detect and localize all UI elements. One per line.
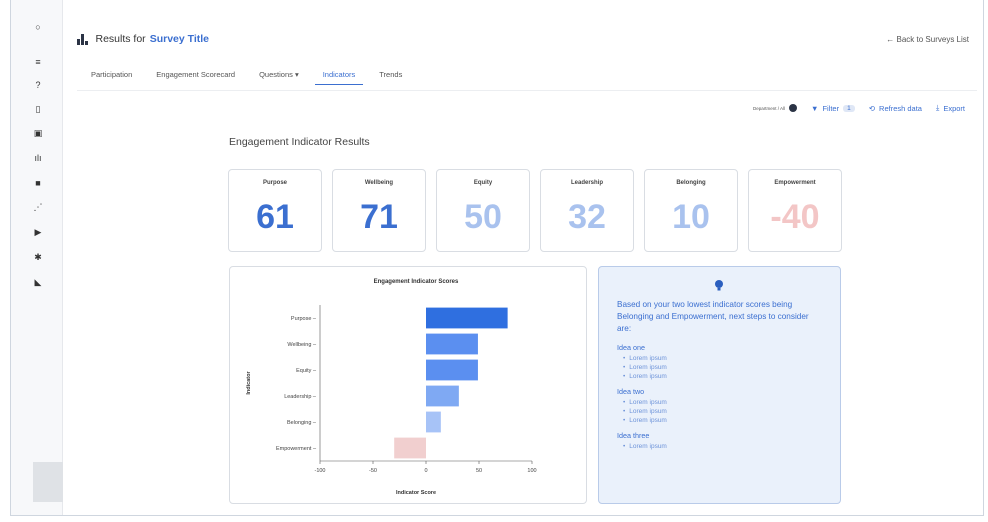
survey-title[interactable]: Survey Title — [150, 33, 209, 45]
gear-icon — [789, 104, 797, 112]
sidebar: ○ ≡ ? ▯ ▣ ılı ■ ⋰ ▶ ✱ ◣ — [11, 0, 63, 515]
bar-leadership — [426, 385, 459, 407]
bookmark-icon[interactable]: ▶ — [33, 227, 43, 237]
clipboard-icon[interactable]: ▣ — [33, 128, 43, 138]
x-tick-label: 0 — [424, 468, 427, 474]
download-icon: ⤓ — [935, 103, 940, 112]
card-value: 50 — [464, 198, 502, 236]
card-value: 10 — [672, 198, 710, 236]
filter-count-badge: 1 — [843, 104, 855, 112]
filter-button[interactable]: ▼ Filter 1 — [811, 104, 855, 113]
card-empowerment: Empowerment -40 — [748, 169, 842, 252]
tab-questions[interactable]: Questions ▾ — [247, 70, 311, 85]
y-axis-label: Indicator — [246, 371, 252, 395]
bar-purpose — [426, 307, 508, 329]
idea-item: Lorem ipsum — [617, 398, 822, 407]
idea-item: Lorem ipsum — [617, 372, 822, 381]
y-tick-label: Empowerment – — [276, 446, 317, 452]
recommendations-intro: Based on your two lowest indicator score… — [617, 300, 809, 333]
chart-panel: Engagement Indicator Scores Purpose – Well… — [229, 266, 587, 504]
indicator-bar-chart: Engagement Indicator Scores Purpose – Well… — [246, 279, 537, 496]
x-tick-label: 50 — [476, 468, 482, 474]
lightbulb-icon — [715, 280, 723, 291]
export-label: Export — [943, 103, 965, 113]
x-axis-label: Indicator Score — [396, 490, 436, 496]
card-name: Purpose — [262, 180, 287, 186]
y-tick-label: Belonging – — [287, 420, 317, 426]
y-tick-label: Wellbeing – — [287, 342, 317, 348]
department-label: Department / All — [752, 105, 785, 111]
indicator-cards: Purpose 61 Wellbeing 71 Equity 50 Leader… — [228, 169, 842, 252]
bar-wellbeing — [426, 333, 478, 355]
chart-icon[interactable]: ılı — [33, 153, 43, 163]
tab-bar: Participation Engagement Scorecard Quest… — [79, 70, 414, 85]
y-tick-label: Leadership – — [284, 394, 317, 400]
bar-chart-icon — [77, 33, 88, 45]
x-tick-label: -50 — [369, 468, 377, 474]
card-leadership: Leadership 32 — [540, 169, 634, 252]
page-title: Results for Survey Title — [77, 33, 209, 45]
card-name: Belonging — [676, 180, 706, 186]
chart-title: Engagement Indicator Scores — [374, 279, 459, 285]
toolbar: Department / All ▼ Filter 1 ⟲ Refresh da… — [753, 103, 965, 113]
card-value: 32 — [568, 198, 606, 236]
card-equity: Equity 50 — [436, 169, 530, 252]
idea-item: Lorem ipsum — [617, 354, 822, 363]
card-name: Equity — [473, 180, 493, 186]
tab-trends[interactable]: Trends — [367, 70, 414, 85]
idea-item: Lorem ipsum — [617, 363, 822, 372]
bar-belonging — [426, 411, 441, 433]
app-frame: ○ ≡ ? ▯ ▣ ılı ■ ⋰ ▶ ✱ ◣ Results for Surv… — [10, 0, 984, 516]
department-selector[interactable]: Department / All — [753, 104, 797, 112]
bar-equity — [426, 359, 478, 381]
file-icon[interactable]: ■ — [33, 178, 43, 188]
card-name: Empowerment — [774, 180, 816, 186]
x-tick-label: 100 — [527, 468, 536, 474]
export-button[interactable]: ⤓ Export — [936, 103, 965, 113]
card-value: 71 — [360, 198, 398, 236]
recommendations-panel: Based on your two lowest indicator score… — [598, 266, 841, 504]
results-label: Results for — [95, 33, 146, 45]
filter-icon: ▼ — [811, 103, 819, 113]
menu-icon[interactable]: ≡ — [33, 57, 43, 67]
user-icon[interactable]: ◣ — [33, 277, 43, 287]
bar-empowerment — [394, 437, 426, 459]
logo-icon[interactable]: ○ — [33, 22, 43, 32]
tab-participation[interactable]: Participation — [79, 70, 144, 85]
tab-engagement-scorecard[interactable]: Engagement Scorecard — [144, 70, 247, 85]
tabs-divider — [77, 90, 977, 91]
y-tick-label: Equity – — [296, 368, 317, 374]
card-purpose: Purpose 61 — [228, 169, 322, 252]
x-tick-label: -100 — [314, 468, 325, 474]
filter-label: Filter — [822, 103, 840, 113]
idea-item: Lorem ipsum — [617, 416, 822, 425]
idea-title: Idea three — [617, 431, 650, 440]
refresh-icon: ⟲ — [868, 103, 876, 113]
card-wellbeing: Wellbeing 71 — [332, 169, 426, 252]
document-icon[interactable]: ▯ — [33, 104, 43, 114]
card-value: 61 — [256, 198, 294, 236]
settings-icon[interactable]: ✱ — [33, 252, 43, 262]
tab-indicators[interactable]: Indicators — [311, 70, 368, 85]
idea-item: Lorem ipsum — [617, 407, 822, 416]
refresh-data-button[interactable]: ⟲ Refresh data — [869, 104, 922, 113]
section-title: Engagement Indicator Results — [229, 136, 370, 148]
question-icon[interactable]: ? — [33, 80, 43, 90]
sidebar-footer — [33, 462, 63, 502]
share-icon[interactable]: ⋰ — [33, 202, 43, 212]
idea-title: Idea one — [617, 343, 645, 352]
refresh-label: Refresh data — [879, 103, 922, 113]
card-name: Leadership — [570, 180, 603, 186]
card-value: -40 — [770, 198, 820, 236]
card-name: Wellbeing — [364, 180, 394, 186]
y-tick-label: Purpose – — [291, 316, 317, 322]
back-to-surveys-link[interactable]: ← Back to Surveys List — [886, 35, 969, 44]
idea-title: Idea two — [617, 387, 645, 396]
idea-item: Lorem ipsum — [617, 442, 822, 451]
card-belonging: Belonging 10 — [644, 169, 738, 252]
